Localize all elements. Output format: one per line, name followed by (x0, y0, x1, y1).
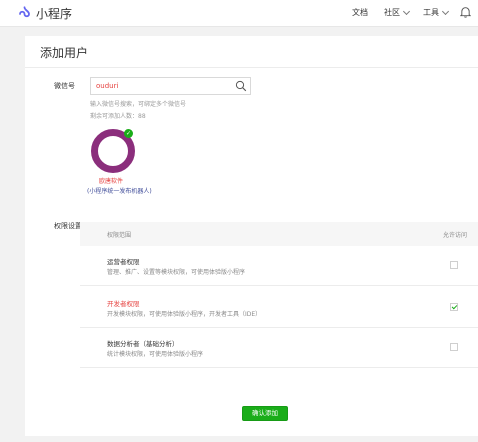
permission-row-operator[interactable]: 运营者权限 管理、推广、设置等模块权限，可使用体验版小程序 (80, 246, 478, 286)
permission-description: 管理、推广、设置等模块权限，可使用体验版小程序 (107, 269, 246, 276)
nav-community-menu[interactable]: 社区 (384, 7, 411, 18)
confirm-add-button[interactable]: 确认添加 (242, 406, 288, 421)
permission-title: 运营者权限 (107, 258, 140, 266)
nav-community-label: 社区 (384, 8, 400, 17)
developer-permission-checkbox[interactable] (450, 303, 458, 311)
selected-user-name: 欧唐软件 (99, 178, 124, 185)
permission-settings-label: 权限设置 (54, 222, 82, 230)
permission-row-data-analyst[interactable]: 数据分析者（基础分析） 统计模块权限，可使用体验版小程序 (80, 328, 478, 368)
brand-title[interactable]: 小程序 (36, 5, 72, 22)
chevron-down-icon (441, 7, 450, 15)
permission-row-developer[interactable]: 开发者权限 开发模块权限，可使用体验版小程序，开发者工具（IDE） (80, 288, 478, 328)
chevron-down-icon (402, 7, 411, 15)
page-title: 添加用户 (40, 46, 89, 60)
permission-table-header: 权限范围 允许访问 (80, 222, 478, 246)
operator-permission-checkbox[interactable] (450, 261, 458, 269)
search-input-value: ouduri (96, 82, 119, 90)
data-analyst-permission-checkbox[interactable] (450, 343, 458, 351)
selected-user-note: (小程序统一发布机器人) (87, 188, 152, 195)
wechat-id-label: 微信号 (54, 82, 75, 90)
nav-tools-label: 工具 (423, 8, 439, 17)
mini-program-logo-icon[interactable] (17, 5, 32, 20)
nav-docs-link[interactable]: 文档 (352, 7, 368, 18)
top-navigation-bar: 小程序 文档 社区 工具 (0, 0, 478, 27)
wechat-id-search-input[interactable]: ouduri (90, 77, 251, 95)
permission-title: 数据分析者（基础分析） (107, 340, 179, 348)
bell-icon[interactable] (460, 6, 471, 18)
permission-title: 开发者权限 (107, 300, 140, 308)
remaining-count: 剩余可添加人数：88 (90, 113, 146, 120)
main-content-card: 添加用户 微信号 ouduri 输入微信号搜索，可绑定多个微信号 剩余可添加人数… (25, 36, 478, 436)
nav-docs-label: 文档 (352, 8, 368, 17)
nav-tools-menu[interactable]: 工具 (423, 7, 450, 18)
search-hint: 输入微信号搜索，可绑定多个微信号 (90, 101, 187, 108)
permission-description: 统计模块权限，可使用体验版小程序 (107, 351, 204, 358)
permission-scope-header: 权限范围 (107, 232, 132, 239)
selected-check-icon: ✓ (124, 129, 133, 138)
allow-access-header: 允许访问 (442, 232, 467, 239)
title-divider (25, 67, 478, 68)
search-icon[interactable] (235, 80, 247, 92)
permission-description: 开发模块权限，可使用体验版小程序，开发者工具（IDE） (107, 311, 262, 318)
